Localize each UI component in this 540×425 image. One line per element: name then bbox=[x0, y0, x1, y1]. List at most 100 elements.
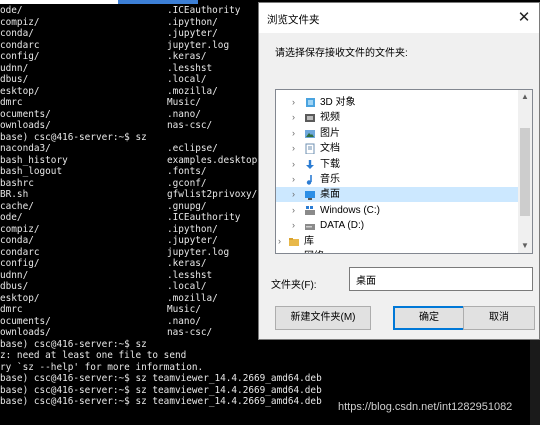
terminal-line-col1: base) csc@416-server:~$ sz teamviewer_14… bbox=[0, 396, 322, 407]
tree-item-drive-d[interactable]: › DATA (D:) bbox=[276, 218, 520, 233]
terminal-line-col2: .fonts/ bbox=[167, 166, 207, 177]
terminal-line-col2: .nano/ bbox=[167, 108, 201, 120]
terminal-scrollbar[interactable] bbox=[530, 338, 540, 425]
terminal-line-col1: bashrc bbox=[0, 177, 34, 189]
terminal-line-col1: conda/ bbox=[0, 235, 34, 246]
terminal-line-col1: BR.sh bbox=[0, 189, 29, 200]
terminal-line-col1: esktop/ bbox=[0, 85, 40, 97]
scroll-up-icon[interactable]: ▲ bbox=[518, 90, 532, 104]
terminal-line-col1: naconda3/ bbox=[0, 143, 51, 154]
pictures-icon bbox=[304, 128, 316, 139]
video-icon bbox=[304, 112, 316, 123]
chevron-right-icon[interactable]: › bbox=[292, 126, 295, 141]
chevron-right-icon[interactable]: › bbox=[292, 218, 295, 233]
terminal-line-col2: .nano/ bbox=[167, 315, 201, 327]
terminal-line-col2: .ICEauthority bbox=[167, 212, 241, 223]
terminal-line-col1: esktop/ bbox=[0, 292, 40, 304]
new-folder-button[interactable]: 新建文件夹(M) bbox=[275, 306, 371, 330]
terminal-line-col2: .keras/ bbox=[167, 51, 207, 62]
tree-item-music[interactable]: › 音乐 bbox=[276, 172, 520, 187]
scroll-down-icon[interactable]: ▼ bbox=[518, 239, 532, 253]
desktop-icon bbox=[304, 189, 316, 201]
drive-icon bbox=[304, 220, 316, 231]
tree-item-network[interactable]: › 网络 bbox=[276, 249, 520, 253]
tab-strip-light bbox=[0, 0, 118, 4]
terminal-line-col2: nas-csc/ bbox=[167, 120, 213, 131]
terminal-line-col1: ode/ bbox=[0, 212, 23, 223]
terminal-line-col1: ode/ bbox=[0, 5, 23, 16]
terminal-line-col1: udnn/ bbox=[0, 62, 29, 74]
terminal-line-col1: config/ bbox=[0, 258, 40, 269]
chevron-right-icon[interactable]: › bbox=[292, 157, 295, 172]
terminal-line-col1: base) csc@416-server:~$ sz teamviewer_14… bbox=[0, 384, 322, 396]
chevron-right-icon[interactable]: › bbox=[278, 234, 281, 249]
tree-item-label: Windows (C:) bbox=[320, 204, 381, 216]
cancel-button[interactable]: 取消 bbox=[463, 306, 535, 330]
tree-item-pictures[interactable]: › 图片 bbox=[276, 126, 520, 141]
folder-tree[interactable]: › 3D 对象 › 视频 › 图片 › 文档 › 下载 › 音乐 › 桌面 › Windows (C:) › DA… bbox=[275, 89, 533, 254]
folder-input[interactable]: 桌面 bbox=[349, 267, 533, 291]
terminal-line-col1: ocuments/ bbox=[0, 315, 51, 327]
close-icon[interactable]: ✕ bbox=[509, 3, 539, 33]
terminal-line-col2: .lesshst bbox=[167, 269, 213, 281]
tree-item-downloads[interactable]: › 下载 bbox=[276, 157, 520, 172]
chevron-right-icon[interactable]: › bbox=[292, 141, 295, 156]
browse-folder-dialog: 浏览文件夹 ✕ 请选择保存接收文件的文件夹: › 3D 对象 › 视频 › 图片 › 文档 › 下… bbox=[258, 2, 540, 340]
scroll-thumb[interactable] bbox=[520, 128, 530, 216]
chevron-right-icon[interactable]: › bbox=[292, 110, 295, 125]
terminal-line-col1: ocuments/ bbox=[0, 108, 51, 120]
terminal-line-col1: bash_logout bbox=[0, 166, 63, 177]
tree-item-label: 音乐 bbox=[320, 174, 340, 185]
tree-item-label: 库 bbox=[304, 235, 314, 247]
tree-item-3d-objects[interactable]: › 3D 对象 bbox=[276, 95, 520, 110]
terminal-line-col2: nas-csc/ bbox=[167, 327, 213, 338]
ok-button[interactable]: 确定 bbox=[393, 306, 465, 330]
terminal-line-col1: base) csc@416-server:~$ sz bbox=[0, 338, 147, 350]
terminal-line-col2: .jupyter/ bbox=[167, 28, 218, 39]
tree-item-videos[interactable]: › 视频 bbox=[276, 110, 520, 125]
chevron-right-icon[interactable]: › bbox=[292, 172, 295, 187]
music-icon bbox=[304, 174, 316, 185]
terminal-line-col1: compiz/ bbox=[0, 16, 40, 28]
tree-item-libraries[interactable]: › 库 bbox=[276, 234, 520, 249]
tree-item-desktop[interactable]: › 桌面 bbox=[276, 187, 520, 203]
terminal-line-col1: dmrc bbox=[0, 97, 23, 108]
terminal-line-col2: Music/ bbox=[167, 97, 201, 108]
terminal-line-col1: dmrc bbox=[0, 304, 23, 315]
terminal-line-col1: condarc bbox=[0, 246, 40, 258]
terminal-line-col2: .local/ bbox=[167, 281, 207, 292]
terminal-line-col2: jupyter.log bbox=[167, 246, 230, 258]
dialog-title: 浏览文件夹 bbox=[267, 14, 320, 26]
terminal-line-col1: z: need at least one file to send bbox=[0, 350, 187, 361]
document-icon bbox=[304, 143, 316, 155]
terminal-line-col2: examples.desktop bbox=[167, 154, 258, 166]
dialog-prompt: 请选择保存接收文件的文件夹: bbox=[275, 48, 408, 59]
network-icon bbox=[288, 251, 300, 253]
windows-drive-icon bbox=[304, 205, 316, 216]
tree-item-label: 文档 bbox=[320, 143, 340, 155]
terminal-line-col2: .gconf/ bbox=[167, 177, 207, 189]
terminal-line-col2: Music/ bbox=[167, 304, 201, 315]
chevron-right-icon[interactable]: › bbox=[278, 249, 281, 253]
tree-item-documents[interactable]: › 文档 bbox=[276, 141, 520, 156]
terminal-line-col2: gfwlist2privoxy/ bbox=[167, 189, 258, 200]
terminal-line-col1: base) csc@416-server:~$ sz bbox=[0, 131, 147, 143]
terminal-line-col2: .ipython/ bbox=[167, 223, 218, 235]
tree-item-label: 视频 bbox=[320, 112, 340, 124]
chevron-right-icon[interactable]: › bbox=[292, 187, 295, 202]
folder-field-label: 文件夹(F): bbox=[271, 280, 317, 291]
terminal-line-col2: jupyter.log bbox=[167, 39, 230, 51]
tree-scrollbar[interactable]: ▲ ▼ bbox=[518, 90, 532, 253]
terminal-line-col1: condarc bbox=[0, 39, 40, 51]
terminal-line-col2: .ICEauthority bbox=[167, 5, 241, 16]
terminal-line-col1: dbus/ bbox=[0, 281, 29, 292]
tree-item-drive-c[interactable]: › Windows (C:) bbox=[276, 203, 520, 218]
library-icon bbox=[288, 236, 300, 247]
chevron-right-icon[interactable]: › bbox=[292, 203, 295, 218]
terminal-line-col2: .local/ bbox=[167, 74, 207, 85]
dialog-titlebar[interactable]: 浏览文件夹 ✕ bbox=[259, 3, 539, 33]
terminal-line-col1: udnn/ bbox=[0, 269, 29, 281]
tree-item-label: 3D 对象 bbox=[320, 97, 356, 108]
chevron-right-icon[interactable]: › bbox=[292, 95, 295, 110]
terminal-line-col2: .mozilla/ bbox=[167, 85, 218, 97]
